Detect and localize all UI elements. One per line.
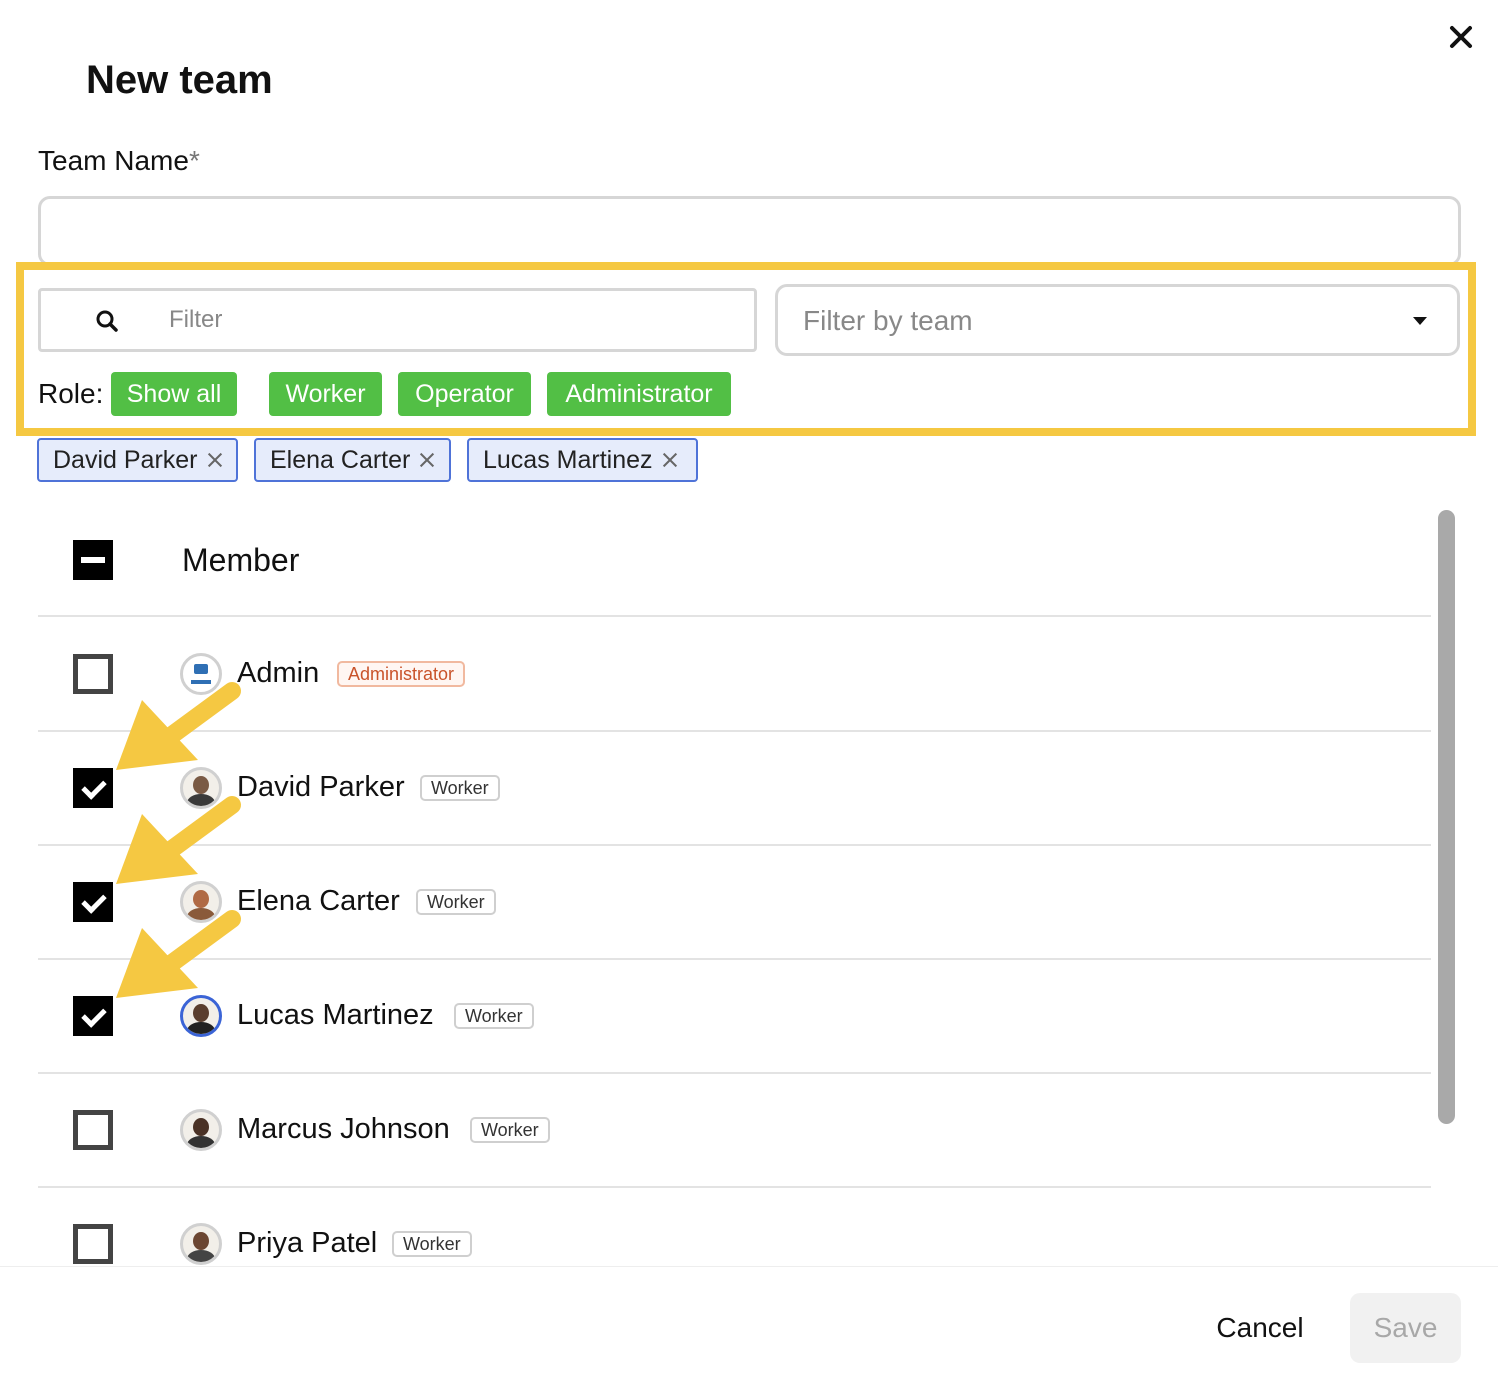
search-icon — [96, 310, 118, 332]
filter-by-team-placeholder: Filter by team — [803, 305, 973, 336]
row-divider — [38, 958, 1431, 960]
role-badge: Administrator — [337, 661, 466, 687]
role-badge: Worker — [470, 1117, 550, 1143]
member-name: Lucas Martinez — [237, 999, 434, 1031]
avatar-body — [187, 908, 215, 920]
member-name: David Parker — [237, 771, 405, 803]
member-checkbox-lucas-martinez[interactable] — [73, 996, 113, 1036]
avatar-face — [193, 890, 209, 908]
selected-chip[interactable]: Lucas Martinez — [467, 438, 698, 482]
save-button[interactable]: Save — [1350, 1293, 1461, 1363]
avatar-face — [193, 1118, 209, 1136]
avatar-face — [193, 1004, 209, 1022]
role-worker-button[interactable]: Worker — [269, 372, 382, 416]
member-checkbox-admin[interactable] — [73, 654, 113, 694]
role-label: Role: — [38, 378, 104, 409]
member-checkbox-elena-carter[interactable] — [73, 882, 113, 922]
role-show-all-button[interactable]: Show all — [111, 372, 237, 416]
row-divider — [38, 1186, 1431, 1188]
role-administrator-button[interactable]: Administrator — [547, 372, 731, 416]
role-badge: Worker — [392, 1231, 472, 1257]
row-divider — [38, 1072, 1431, 1074]
role-badge: Worker — [416, 889, 496, 915]
member-name: Marcus Johnson — [237, 1113, 450, 1145]
team-name-input[interactable] — [38, 196, 1461, 266]
avatar — [180, 995, 222, 1037]
member-name: Elena Carter — [237, 885, 400, 917]
avatar-body — [187, 1022, 215, 1034]
selected-chip[interactable]: Elena Carter — [254, 438, 451, 482]
avatar — [180, 1109, 222, 1151]
avatar — [180, 881, 222, 923]
member-column-header: Member — [182, 542, 300, 578]
chevron-down-icon — [1413, 317, 1427, 325]
avatar-face — [193, 776, 209, 794]
remove-icon[interactable] — [661, 451, 679, 469]
avatar-body — [187, 1136, 215, 1148]
chip-label: Elena Carter — [270, 445, 411, 474]
row-divider — [38, 844, 1431, 846]
role-badge: Worker — [420, 775, 500, 801]
filter-by-team-select[interactable]: Filter by team — [775, 284, 1460, 356]
logo-mark — [194, 664, 208, 674]
member-checkbox-priya-patel[interactable] — [73, 1224, 113, 1264]
logo-base — [191, 680, 211, 684]
avatar — [180, 653, 222, 695]
member-name: Admin — [237, 657, 320, 689]
avatar-body — [187, 1250, 215, 1262]
member-checkbox-marcus-johnson[interactable] — [73, 1110, 113, 1150]
dialog-title: New team — [86, 58, 273, 102]
role-operator-button[interactable]: Operator — [398, 372, 531, 416]
avatar — [180, 1223, 222, 1265]
chip-label: David Parker — [53, 445, 198, 474]
avatar — [180, 767, 222, 809]
scrollbar-thumb[interactable] — [1438, 510, 1455, 1124]
cancel-button[interactable]: Cancel — [1205, 1300, 1315, 1356]
close-button[interactable] — [1446, 22, 1476, 52]
avatar-body — [187, 794, 215, 806]
selected-chip[interactable]: David Parker — [37, 438, 238, 482]
member-name: Priya Patel — [237, 1227, 378, 1259]
member-checkbox-david-parker[interactable] — [73, 768, 113, 808]
role-badge: Worker — [454, 1003, 534, 1029]
chip-label: Lucas Martinez — [483, 445, 653, 474]
team-name-label: Team Name* — [38, 145, 200, 177]
filter-input[interactable] — [169, 291, 729, 349]
avatar-face — [193, 1232, 209, 1250]
row-divider — [38, 730, 1431, 732]
required-mark: * — [188, 145, 200, 176]
team-name-label-text: Team Name — [38, 145, 189, 176]
remove-icon[interactable] — [206, 451, 224, 469]
close-icon — [1450, 26, 1472, 48]
remove-icon[interactable] — [418, 451, 436, 469]
select-all-checkbox[interactable] — [73, 540, 113, 580]
filter-field[interactable] — [38, 288, 757, 352]
